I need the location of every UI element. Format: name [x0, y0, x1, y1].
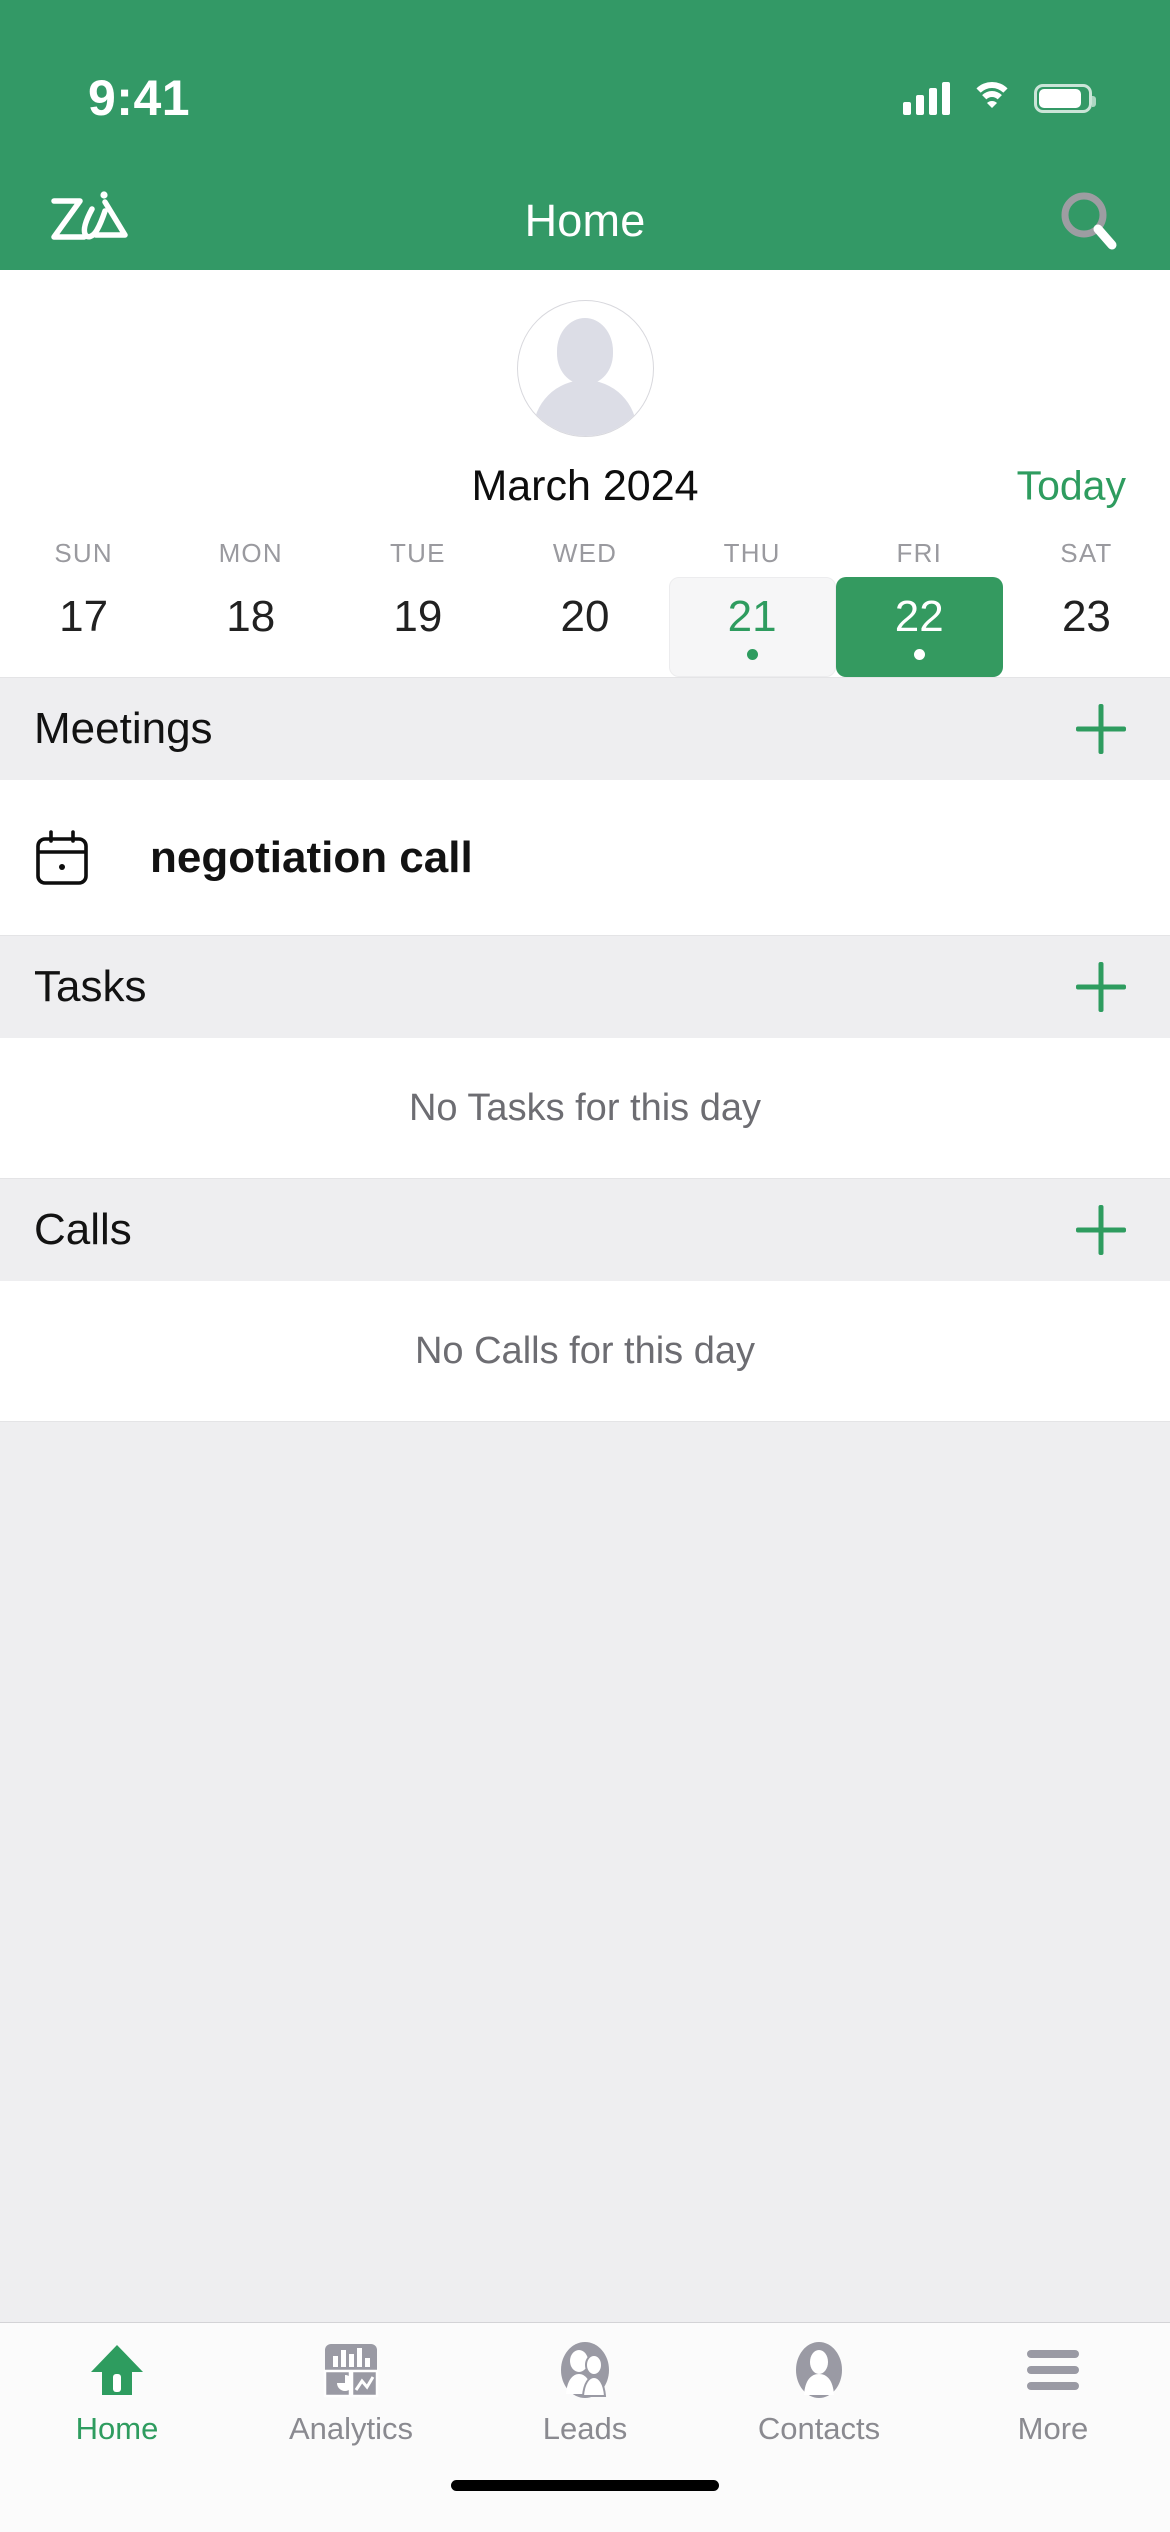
calendar-day-21[interactable]: 21: [668, 577, 836, 677]
avatar[interactable]: [516, 300, 654, 437]
tab-label: Home: [75, 2411, 159, 2446]
calendar-day-number: 22: [894, 591, 944, 641]
calendar-day-number: 17: [59, 591, 109, 641]
profile-section: [0, 270, 1170, 443]
tab-label: More: [1017, 2411, 1089, 2446]
tasks-title: Tasks: [34, 962, 147, 1011]
navigation-bar: Home: [0, 172, 1170, 270]
date-row: 17 18 19 20 21 22 23: [0, 577, 1170, 677]
tasks-section-header: Tasks: [0, 935, 1170, 1038]
leads-icon: [555, 2339, 615, 2401]
meetings-list: negotiation call: [0, 780, 1170, 935]
calendar-day-19[interactable]: 19: [334, 577, 501, 677]
calendar-day-17[interactable]: 17: [0, 577, 167, 677]
tasks-list: No Tasks for this day: [0, 1038, 1170, 1178]
calendar-day-22[interactable]: 22: [835, 577, 1003, 677]
calls-section-header: Calls: [0, 1178, 1170, 1281]
battery-icon: [1034, 83, 1096, 113]
weekday-label: THU: [723, 537, 781, 568]
weekday-label: MON: [218, 537, 283, 568]
status-bar-time: 9:41: [88, 70, 191, 126]
hamburger-menu-icon: [1025, 2339, 1081, 2401]
tab-home[interactable]: Home: [0, 2339, 234, 2447]
tab-leads[interactable]: Leads: [468, 2339, 702, 2447]
calendar-day-number: 21: [727, 591, 777, 641]
contacts-icon: [790, 2339, 848, 2401]
add-meeting-button[interactable]: [1070, 698, 1132, 760]
status-bar: 9:41: [0, 0, 1170, 172]
calendar-day-20[interactable]: 20: [501, 577, 668, 677]
list-item[interactable]: negotiation call: [0, 780, 1170, 935]
calendar-day-23[interactable]: 23: [1003, 577, 1170, 677]
tab-label: Analytics: [288, 2411, 414, 2446]
wifi-icon: [970, 81, 1014, 115]
weekday-label: FRI: [896, 537, 943, 568]
today-button[interactable]: Today: [1017, 463, 1126, 510]
calendar-day-18[interactable]: 18: [167, 577, 334, 677]
add-call-button[interactable]: [1070, 1199, 1132, 1261]
meeting-title: negotiation call: [150, 832, 473, 882]
event-dot: [579, 649, 590, 660]
tab-contacts[interactable]: Contacts: [702, 2339, 936, 2447]
event-dot: [913, 648, 925, 660]
meetings-title: Meetings: [34, 704, 213, 753]
meetings-section-header: Meetings: [0, 677, 1170, 780]
tab-label: Leads: [542, 2411, 628, 2446]
content-filler: [0, 1421, 1170, 2322]
calendar-day-number: 23: [1061, 591, 1111, 641]
home-indicator-area: [0, 2472, 1170, 2532]
calls-empty-text: No Calls for this day: [414, 1329, 755, 1372]
calls-list: No Calls for this day: [0, 1281, 1170, 1421]
month-label: March 2024: [471, 461, 699, 510]
add-task-button[interactable]: [1070, 956, 1132, 1018]
week-strip: SUN MON TUE WED THU FRI SAT 17 18 19 20 21 22 23: [0, 529, 1170, 677]
analytics-icon: [323, 2339, 379, 2401]
weekday-label: TUE: [390, 537, 446, 568]
calendar-day-number: 19: [393, 591, 443, 641]
app-screen: 9:41 Home March 2024 Today SUN MON TUE W…: [0, 0, 1170, 2532]
tab-more[interactable]: More: [936, 2339, 1170, 2447]
calls-title: Calls: [34, 1205, 132, 1254]
calendar-day-number: 20: [560, 591, 610, 641]
status-bar-indicators: [903, 81, 1096, 115]
tab-label: Contacts: [757, 2411, 881, 2446]
tasks-empty-text: No Tasks for this day: [408, 1086, 761, 1129]
calendar-header: March 2024 Today: [0, 443, 1170, 529]
tab-bar: Home Analytics Leads Contacts More: [0, 2322, 1170, 2472]
calendar-icon: [34, 829, 90, 887]
home-indicator[interactable]: [451, 2480, 719, 2491]
home-icon: [88, 2339, 146, 2401]
user-avatar-placeholder-icon: [557, 318, 613, 384]
event-dot: [245, 649, 256, 660]
signal-bars-icon: [903, 81, 950, 115]
weekday-label: SUN: [54, 537, 113, 568]
weekday-label: WED: [552, 537, 618, 568]
event-dot: [746, 648, 758, 660]
weekday-label: SAT: [1060, 537, 1113, 568]
weekday-header-row: SUN MON TUE WED THU FRI SAT: [0, 529, 1170, 577]
calls-empty-state: No Calls for this day: [0, 1281, 1170, 1421]
tasks-empty-state: No Tasks for this day: [0, 1038, 1170, 1178]
search-icon[interactable]: [1050, 183, 1126, 259]
page-title: Home: [524, 195, 646, 246]
tab-analytics[interactable]: Analytics: [234, 2339, 468, 2447]
event-dot: [412, 649, 423, 660]
event-dot: [78, 649, 89, 660]
calendar-day-number: 18: [226, 591, 276, 641]
event-dot: [1081, 649, 1092, 660]
zia-logo-icon[interactable]: [44, 188, 130, 254]
